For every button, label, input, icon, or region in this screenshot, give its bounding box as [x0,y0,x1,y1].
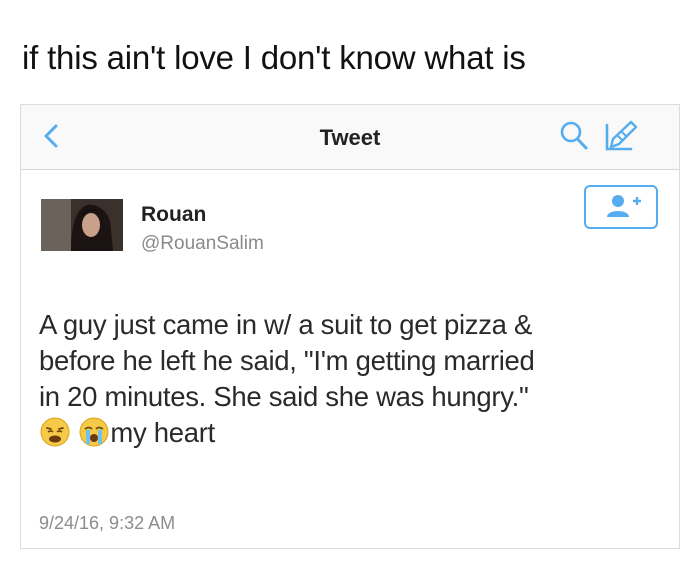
tweet-last-line: my heart [110,417,215,448]
tweet-timestamp: 9/24/16, 9:32 AM [39,513,176,533]
post-caption: if this ain't love I don't know what is [22,39,526,76]
compose-icon[interactable] [601,117,641,153]
user-name[interactable]: Rouan [141,203,206,227]
tweet-line-emoji: my heart [39,415,679,451]
nav-bar: Tweet [21,105,679,170]
add-user-icon [607,195,641,217]
weary-face-icon [40,417,70,447]
loudly-crying-face-icon [79,417,109,447]
tweet-text: A guy just came in w/ a suit to get pizz… [39,307,679,451]
tweet-line: before he left he said, "I'm getting mar… [39,345,535,376]
follow-button[interactable] [584,185,658,229]
tweet-line: in 20 minutes. She said she was hungry." [39,381,529,412]
tweet-card: Tweet Rouan @RouanSalim A guy just came … [20,104,680,549]
avatar[interactable] [41,199,123,251]
search-icon[interactable] [559,119,589,153]
user-handle[interactable]: @RouanSalim [141,233,264,255]
tweet-line: A guy just came in w/ a suit to get pizz… [39,309,533,340]
